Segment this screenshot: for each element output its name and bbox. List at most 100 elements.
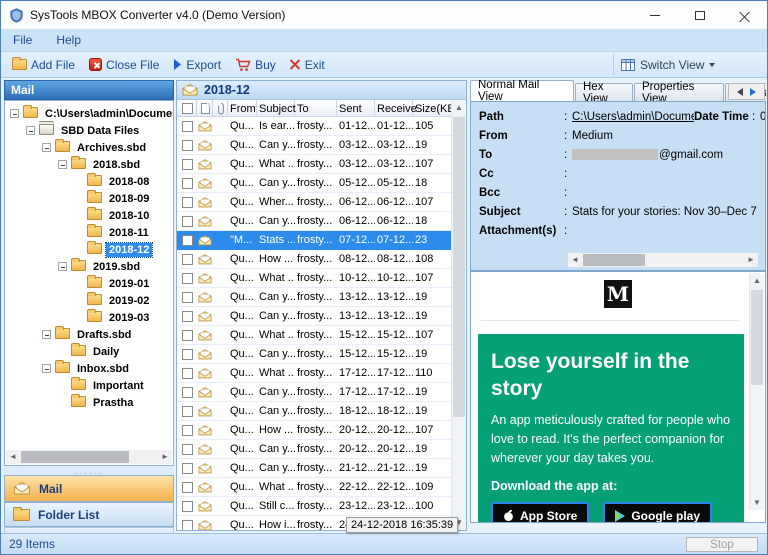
mail-list-row[interactable]: Qu... Is ear... frosty... 01-12... 01-12…	[177, 117, 451, 136]
tree-horizontal-scrollbar[interactable]: ◄ ►	[6, 450, 172, 464]
tree-item[interactable]: Drafts.sbd	[5, 325, 173, 343]
mail-list-row[interactable]: Qu... Can y... frosty... 17-12... 17-12.…	[177, 383, 451, 402]
buy-button[interactable]: Buy	[228, 52, 283, 77]
scrollbar-thumb[interactable]	[21, 451, 129, 463]
google-play-button[interactable]: Google play	[603, 502, 713, 522]
scrollbar-thumb[interactable]	[453, 117, 465, 417]
mail-list-row[interactable]: Qu... Can y... frosty... 18-12... 18-12.…	[177, 402, 451, 421]
tree-item[interactable]: 2018.sbd	[5, 155, 173, 173]
row-checkbox[interactable]	[181, 348, 193, 360]
stop-button[interactable]: Stop	[686, 537, 758, 552]
mail-list-row[interactable]: Qu... Can y... frosty... 15-12... 15-12.…	[177, 345, 451, 364]
mail-list-row[interactable]: "M... Stats ... frosty... 07-12... 07-12…	[177, 231, 451, 250]
tree-expander-icon[interactable]	[42, 330, 51, 339]
column-receive[interactable]: Receive	[375, 100, 417, 117]
tab-scroll-right-icon[interactable]	[750, 87, 756, 96]
row-checkbox[interactable]	[181, 386, 193, 398]
mail-list-row[interactable]: Qu... Can y... frosty... 05-12... 05-12.…	[177, 174, 451, 193]
mail-list-row[interactable]: Qu... How ... frosty... 20-12... 20-12..…	[177, 421, 451, 440]
row-checkbox[interactable]	[181, 500, 193, 512]
mail-list-row[interactable]: Qu... Wher... frosty... 06-12... 06-12..…	[177, 193, 451, 212]
row-checkbox[interactable]	[181, 234, 193, 246]
row-checkbox[interactable]	[181, 158, 193, 170]
exit-button[interactable]: Exit	[283, 52, 332, 77]
select-all-checkbox[interactable]	[182, 103, 193, 114]
tree-item[interactable]: Archives.sbd	[5, 138, 173, 156]
app-store-button[interactable]: App Store	[491, 502, 590, 522]
row-checkbox[interactable]	[181, 120, 193, 132]
mail-list-row[interactable]: Qu... What ... frosty... 10-12... 10-12.…	[177, 269, 451, 288]
row-checkbox[interactable]	[181, 405, 193, 417]
row-checkbox[interactable]	[181, 462, 193, 474]
scrollbar-thumb[interactable]	[751, 290, 763, 385]
add-file-button[interactable]: Add File	[5, 52, 82, 77]
tree-item[interactable]: 2018-08	[5, 172, 173, 190]
tree-item[interactable]: Daily	[5, 342, 173, 360]
tree-item[interactable]: C:\Users\admin\Documents	[5, 104, 173, 122]
scrollbar-thumb[interactable]	[583, 254, 645, 266]
tree-item[interactable]: 2018-09	[5, 189, 173, 207]
mail-list-row[interactable]: Qu... How ... frosty... 08-12... 08-12..…	[177, 250, 451, 269]
tree-expander-icon[interactable]	[42, 143, 51, 152]
tree-item[interactable]: 2019.sbd	[5, 257, 173, 275]
export-button[interactable]: Export	[166, 52, 228, 77]
row-checkbox[interactable]	[181, 196, 193, 208]
scroll-left-icon[interactable]: ◄	[6, 450, 20, 464]
scroll-right-icon[interactable]: ►	[744, 253, 758, 267]
maximize-button[interactable]	[677, 1, 722, 29]
minimize-button[interactable]	[632, 1, 677, 29]
menu-help[interactable]: Help	[44, 33, 93, 47]
row-checkbox[interactable]	[181, 424, 193, 436]
menu-file[interactable]: File	[1, 33, 44, 47]
row-checkbox[interactable]	[181, 139, 193, 151]
scroll-down-icon[interactable]: ▼	[750, 495, 764, 510]
row-checkbox[interactable]	[181, 253, 193, 265]
mail-list-row[interactable]: Qu... Can y... frosty... 13-12... 13-12.…	[177, 288, 451, 307]
switch-view-button[interactable]: Switch View	[621, 58, 716, 72]
tree-item[interactable]: Inbox.sbd	[5, 359, 173, 377]
scroll-right-icon[interactable]: ►	[158, 450, 172, 464]
attachment-column[interactable]	[213, 100, 228, 117]
nav-folder-list-button[interactable]: Folder List	[4, 502, 174, 527]
tree-item[interactable]: Important	[5, 376, 173, 394]
tab-scroll-buttons[interactable]	[728, 83, 765, 100]
row-checkbox[interactable]	[181, 329, 193, 341]
path-value-link[interactable]: C:\Users\admin\Documents\	[572, 111, 694, 123]
column-to[interactable]: To	[295, 100, 337, 117]
scroll-up-icon[interactable]: ▲	[750, 273, 764, 288]
mail-list-row[interactable]: Qu... What ... frosty... 03-12... 03-12.…	[177, 155, 451, 174]
scroll-up-icon[interactable]: ▲	[452, 100, 466, 115]
tree-expander-icon[interactable]	[26, 126, 35, 135]
tree-item[interactable]: 2019-01	[5, 274, 173, 292]
column-from[interactable]: From	[228, 100, 257, 117]
column-subject[interactable]: Subject	[257, 100, 296, 117]
tree-item[interactable]: 2018-10	[5, 206, 173, 224]
row-checkbox[interactable]	[181, 481, 193, 493]
scroll-left-icon[interactable]: ◄	[568, 253, 582, 267]
document-column[interactable]	[197, 100, 213, 117]
tab-hex-view[interactable]: Hex View	[575, 81, 633, 101]
row-checkbox[interactable]	[181, 291, 193, 303]
mail-list-row[interactable]: Qu... Can y... frosty... 06-12... 06-12.…	[177, 212, 451, 231]
tree-item[interactable]: 2019-02	[5, 291, 173, 309]
row-checkbox[interactable]	[181, 272, 193, 284]
close-file-button[interactable]: Close File	[82, 52, 166, 77]
row-checkbox[interactable]	[181, 310, 193, 322]
mail-list-row[interactable]: Qu... Can y... frosty... 21-12... 21-12.…	[177, 459, 451, 478]
tab-scroll-left-icon[interactable]	[737, 87, 743, 96]
nav-mail-button[interactable]: Mail	[4, 475, 174, 502]
tab-normal-mail-view[interactable]: Normal Mail View	[470, 80, 574, 101]
properties-horizontal-scrollbar[interactable]: ◄ ►	[568, 253, 758, 267]
close-button[interactable]	[722, 1, 767, 29]
tree-expander-icon[interactable]	[58, 262, 67, 271]
tree-item[interactable]: 2018-11	[5, 223, 173, 241]
row-checkbox[interactable]	[181, 367, 193, 379]
sidebar-splitter[interactable]: ......	[4, 466, 174, 475]
row-checkbox[interactable]	[181, 215, 193, 227]
tree-item[interactable]: SBD Data Files	[5, 122, 173, 139]
tree-item[interactable]: Prastha	[5, 393, 173, 411]
mail-list-row[interactable]: Qu... What ... frosty... 15-12... 15-12.…	[177, 326, 451, 345]
mail-list-row[interactable]: Qu... Can y... frosty... 20-12... 20-12.…	[177, 440, 451, 459]
tab-properties-view[interactable]: Properties View	[634, 81, 724, 101]
tree-item[interactable]: 2018-12	[5, 240, 173, 258]
